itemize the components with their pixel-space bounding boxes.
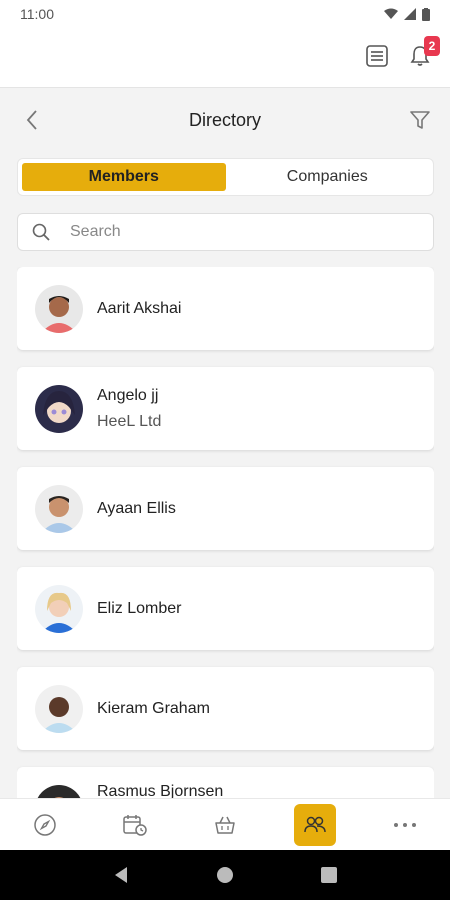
top-app-bar: 2 [0,28,450,88]
filter-button[interactable] [406,106,434,134]
member-name: Rasmus Bjornsen [97,782,224,799]
member-card[interactable]: Eliz Lomber [17,567,434,650]
member-card[interactable]: Kieram Graham [17,667,434,750]
avatar [35,284,83,333]
status-icons [384,7,430,21]
more-icon[interactable] [384,804,426,846]
back-triangle-icon[interactable] [113,866,129,884]
avatar [35,784,83,798]
page-header: Directory [0,96,450,144]
member-card[interactable]: Rasmus Bjornsen [17,767,434,798]
status-bar: 11:00 [0,0,450,28]
bottom-nav [0,798,450,850]
directory-tabs: Members Companies [17,158,434,196]
people-icon[interactable] [294,803,336,846]
search-input[interactable] [64,223,404,241]
member-company: HeeL Ltd [97,412,162,430]
back-button[interactable] [18,106,46,134]
notification-badge: 2 [424,36,440,56]
member-card[interactable]: Aarit Akshai [17,267,434,350]
avatar [35,684,83,733]
list-icon[interactable] [363,42,391,70]
status-time: 11:00 [20,6,54,22]
compass-icon[interactable] [24,804,66,846]
battery-icon [422,7,430,21]
member-name: Aarit Akshai [97,299,182,317]
member-name: Angelo jj [97,386,159,404]
system-nav-bar [0,850,450,900]
recents-square-icon[interactable] [320,867,337,883]
member-name: Ayaan Ellis [97,499,176,517]
filter-icon [410,111,430,129]
member-list: Aarit Akshai Angelo jj HeeL Ltd Ayaan El… [17,267,434,798]
tab-members[interactable]: Members [22,163,226,191]
avatar [35,384,83,433]
wifi-icon [384,8,398,19]
chevron-left-icon [26,110,37,130]
member-name: Eliz Lomber [97,599,182,617]
avatar [35,584,83,633]
home-circle-icon[interactable] [216,866,234,884]
calendar-clock-icon[interactable] [114,804,156,846]
basket-icon[interactable] [204,804,246,846]
member-card[interactable]: Angelo jj HeeL Ltd [17,367,434,450]
member-card[interactable]: Ayaan Ellis [17,467,434,550]
bell-icon[interactable]: 2 [406,36,440,70]
page-title: Directory [188,109,261,130]
tab-companies[interactable]: Companies [226,163,430,191]
member-name: Kieram Graham [97,699,210,717]
signal-icon [404,8,416,20]
search-icon [18,223,64,241]
search-box [17,213,434,251]
avatar [35,484,83,533]
